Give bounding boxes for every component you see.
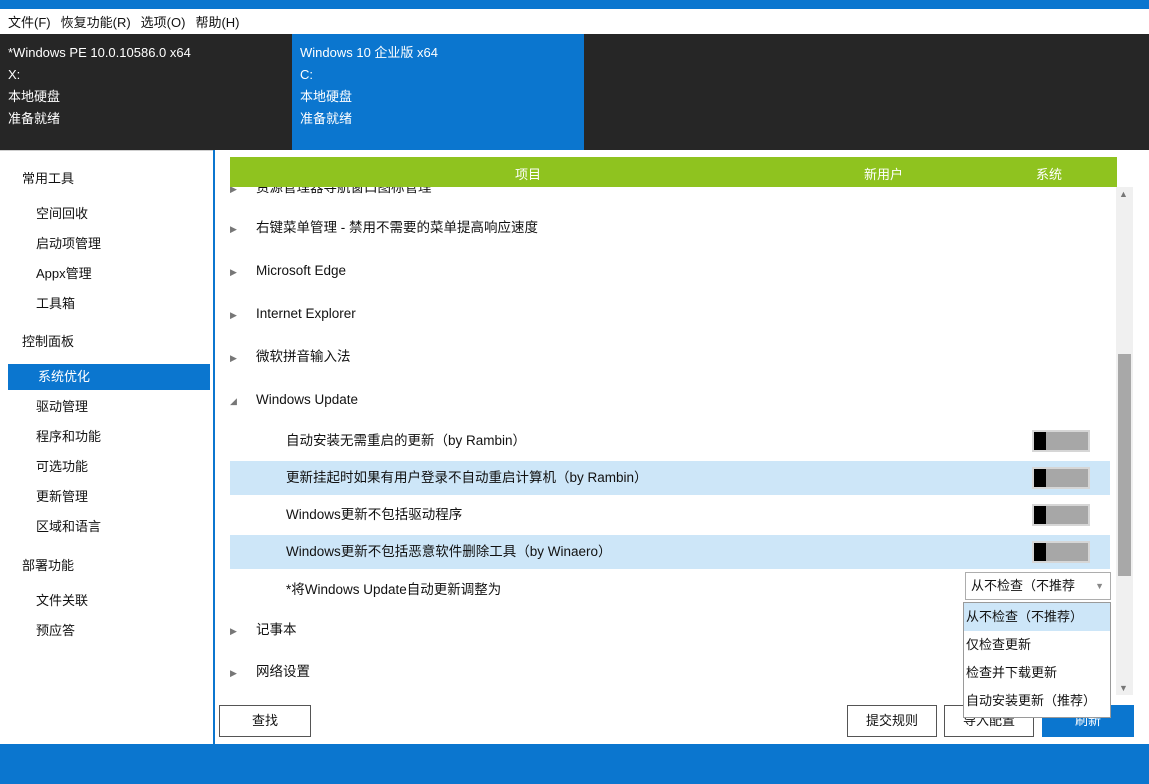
sidebar-item-appx[interactable]: Appx管理: [8, 261, 210, 287]
sidebar-item-unattend[interactable]: 预应答: [8, 618, 210, 644]
group-label: 网络设置: [256, 664, 310, 679]
submit-rules-button[interactable]: 提交规则: [847, 705, 937, 737]
toggle-knob: [1034, 469, 1046, 487]
menu-file[interactable]: 文件(F): [8, 12, 51, 31]
column-header-system: 系统: [1036, 167, 1063, 182]
expand-arrow-icon: ▶: [230, 626, 237, 636]
select-value: 从不检查（不推荐: [971, 578, 1076, 593]
auto-update-dropdown: 从不检查（不推荐） 仅检查更新 检查并下载更新 自动安装更新（推荐）: [963, 602, 1111, 718]
system-drive: C:: [300, 67, 313, 82]
scroll-down-icon[interactable]: ▼: [1119, 683, 1128, 693]
toggle-switch[interactable]: [1032, 541, 1090, 563]
toggle-switch[interactable]: [1032, 430, 1090, 452]
status-bar: [0, 744, 1149, 784]
sidebar-item-startup[interactable]: 启动项管理: [8, 231, 210, 257]
scroll-up-icon[interactable]: ▲: [1119, 189, 1128, 199]
group-row-notepad[interactable]: ▶ 记事本: [230, 610, 297, 650]
find-button[interactable]: 查找: [219, 705, 311, 737]
expand-arrow-icon: ▶: [230, 668, 237, 678]
system-selector: *Windows PE 10.0.10586.0 x64 X: 本地硬盘 准备就…: [0, 34, 1149, 150]
toggle-knob: [1034, 543, 1046, 561]
sidebar-item-space-reclaim[interactable]: 空间回收: [8, 201, 210, 227]
system-disk-type: 本地硬盘: [300, 89, 353, 104]
update-item-no-mrt: Windows更新不包括恶意软件删除工具（by Winaero）: [230, 535, 1110, 569]
item-label: *将Windows Update自动更新调整为: [286, 582, 502, 597]
group-row-context-menu[interactable]: ▶ 右键菜单管理 - 禁用不需要的菜单提高响应速度: [230, 208, 538, 248]
sidebar: 常用工具 空间回收 启动项管理 Appx管理 工具箱 控制面板 系统优化 驱动管…: [0, 150, 213, 744]
chevron-down-icon: ▼: [1095, 581, 1104, 591]
system-tile-win10[interactable]: Windows 10 企业版 x64 C: 本地硬盘 准备就绪: [292, 34, 584, 150]
group-row-ie[interactable]: ▶ Internet Explorer: [230, 294, 356, 334]
sidebar-item-drivers[interactable]: 驱动管理: [8, 394, 210, 420]
system-tile-pe[interactable]: *Windows PE 10.0.10586.0 x64 X: 本地硬盘 准备就…: [0, 34, 292, 150]
toggle-switch[interactable]: [1032, 504, 1090, 526]
menu-help[interactable]: 帮助(H): [195, 12, 239, 31]
sidebar-item-system-optimize[interactable]: 系统优化: [8, 364, 210, 390]
main-panel: ▶ 资源管理器导航窗口图标管理 ▶ 右键菜单管理 - 禁用不需要的菜单提高响应速度 …: [215, 150, 1149, 744]
menu-restore[interactable]: 恢复功能(R): [61, 12, 131, 31]
update-item-no-drivers: Windows更新不包括驱动程序: [230, 498, 1110, 532]
column-header-new-user: 新用户: [864, 167, 904, 182]
sidebar-item-programs[interactable]: 程序和功能: [8, 424, 210, 450]
sidebar-item-file-association[interactable]: 文件关联: [8, 588, 210, 614]
expand-arrow-icon: ▶: [230, 267, 237, 277]
vertical-scrollbar[interactable]: ▲ ▼: [1116, 187, 1133, 695]
system-disk-type: 本地硬盘: [8, 89, 61, 104]
group-row-edge[interactable]: ▶ Microsoft Edge: [230, 251, 346, 291]
sidebar-item-region-language[interactable]: 区域和语言: [8, 514, 210, 540]
item-label: Windows更新不包括恶意软件删除工具（by Winaero）: [286, 544, 612, 559]
title-strip: [0, 0, 1149, 9]
item-label: Windows更新不包括驱动程序: [286, 507, 463, 522]
table-header: 项目 新用户 系统: [230, 157, 1117, 187]
group-label: 微软拼音输入法: [256, 349, 351, 364]
collapse-arrow-icon: ◢: [230, 396, 237, 406]
item-label: 更新挂起时如果有用户登录不自动重启计算机（by Rambin）: [286, 470, 648, 485]
sidebar-group-control-panel: 控制面板: [22, 334, 75, 349]
item-label: 自动安装无需重启的更新（by Rambin）: [286, 433, 527, 448]
system-name: *Windows PE 10.0.10586.0 x64: [8, 45, 191, 60]
group-label: Windows Update: [256, 392, 359, 407]
menu-bar: 文件(F) 恢复功能(R) 选项(O) 帮助(H): [0, 9, 1149, 34]
dropdown-option-never[interactable]: 从不检查（不推荐）: [964, 603, 1110, 631]
group-label: Microsoft Edge: [256, 263, 347, 278]
group-row-network[interactable]: ▶ 网络设置: [230, 652, 310, 692]
expand-arrow-icon: ▶: [230, 353, 237, 363]
toggle-knob: [1034, 432, 1046, 450]
sidebar-item-optional-features[interactable]: 可选功能: [8, 454, 210, 480]
update-item-no-auto-reboot: 更新挂起时如果有用户登录不自动重启计算机（by Rambin）: [230, 461, 1110, 495]
toggle-knob: [1034, 506, 1046, 524]
dropdown-option-download[interactable]: 检查并下载更新: [964, 659, 1110, 687]
expand-arrow-icon: ▶: [230, 310, 237, 320]
sidebar-group-common: 常用工具: [22, 171, 75, 186]
group-label: 右键菜单管理 - 禁用不需要的菜单提高响应速度: [256, 220, 538, 235]
group-row-pinyin[interactable]: ▶ 微软拼音输入法: [230, 337, 351, 377]
toggle-switch[interactable]: [1032, 467, 1090, 489]
column-header-item: 项目: [515, 167, 542, 182]
menu-options[interactable]: 选项(O): [141, 12, 186, 31]
sidebar-group-deploy: 部署功能: [22, 558, 75, 573]
expand-arrow-icon: ▶: [230, 224, 237, 234]
system-drive: X:: [8, 67, 21, 82]
scrollbar-thumb[interactable]: [1118, 354, 1131, 576]
system-name: Windows 10 企业版 x64: [300, 45, 438, 60]
dropdown-option-check-only[interactable]: 仅检查更新: [964, 631, 1110, 659]
system-status: 准备就绪: [300, 111, 353, 126]
group-label: 记事本: [256, 622, 297, 637]
dropdown-option-auto-install[interactable]: 自动安装更新（推荐）: [964, 687, 1110, 715]
auto-update-select[interactable]: 从不检查（不推荐 ▼: [965, 572, 1111, 600]
system-status: 准备就绪: [8, 111, 61, 126]
sidebar-item-toolbox[interactable]: 工具箱: [8, 291, 210, 317]
group-row-windows-update[interactable]: ◢ Windows Update: [230, 380, 358, 420]
sidebar-item-updates[interactable]: 更新管理: [8, 484, 210, 510]
group-label: Internet Explorer: [256, 306, 356, 321]
update-item-no-restart: 自动安装无需重启的更新（by Rambin）: [230, 424, 1110, 458]
